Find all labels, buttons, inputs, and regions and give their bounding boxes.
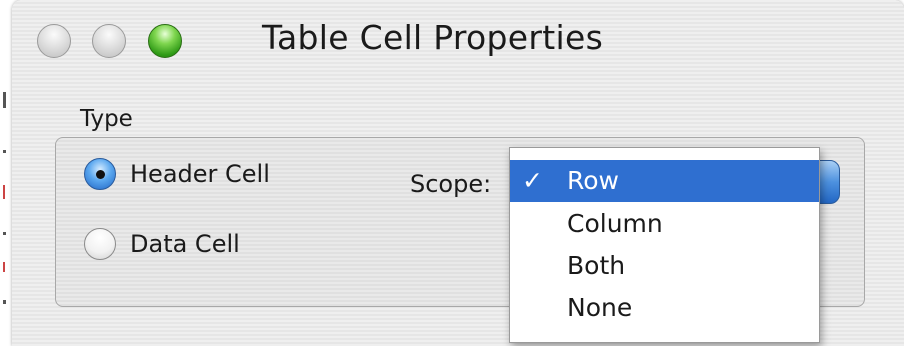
scope-popup-button[interactable]: [818, 160, 840, 204]
menu-item-label: None: [567, 293, 633, 322]
data-cell-radio[interactable]: [84, 228, 116, 260]
menu-item-label: Both: [567, 251, 626, 280]
background-window-edge: [0, 0, 12, 346]
header-cell-radio[interactable]: [84, 158, 116, 190]
edge-mark: [3, 92, 6, 108]
edge-mark: [3, 262, 5, 272]
type-group-label: Type: [80, 106, 133, 132]
menu-item-label: Row: [567, 166, 619, 195]
menu-item-none[interactable]: None: [510, 287, 819, 329]
edge-mark: [3, 232, 6, 235]
close-icon[interactable]: [37, 24, 71, 58]
edge-mark: [3, 185, 5, 199]
menu-item-label: Column: [567, 209, 663, 238]
screenshot-stage: Table Cell Properties Type Header Cell D…: [0, 0, 904, 346]
menu-item-both[interactable]: Both: [510, 245, 819, 287]
edge-mark: [3, 300, 6, 304]
window-title: Table Cell Properties: [262, 18, 604, 57]
zoom-icon[interactable]: [148, 24, 182, 58]
data-cell-label[interactable]: Data Cell: [130, 230, 240, 258]
edge-mark: [3, 150, 6, 153]
title-bar[interactable]: Table Cell Properties: [12, 0, 904, 84]
table-cell-properties-dialog: Table Cell Properties Type Header Cell D…: [12, 0, 904, 346]
scope-dropdown-menu: ✓ Row Column Both None: [509, 147, 820, 343]
header-cell-label[interactable]: Header Cell: [130, 160, 270, 188]
menu-item-row[interactable]: ✓ Row: [510, 160, 819, 202]
minimize-icon[interactable]: [92, 24, 126, 58]
radio-dot-icon: [96, 170, 105, 179]
menu-item-column[interactable]: Column: [510, 203, 819, 245]
checkmark-icon: ✓: [522, 166, 543, 195]
scope-label: Scope:: [410, 170, 492, 198]
